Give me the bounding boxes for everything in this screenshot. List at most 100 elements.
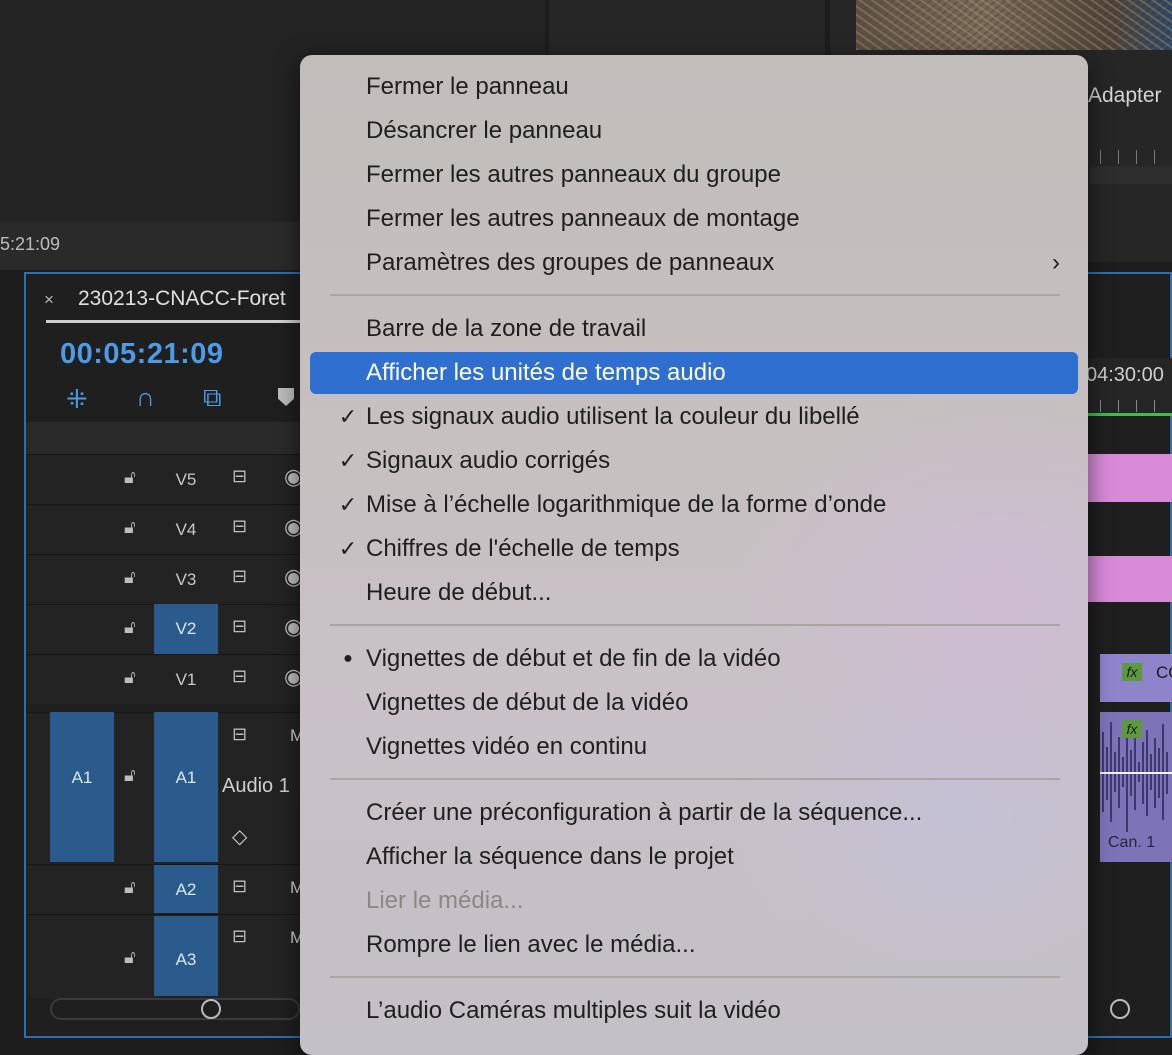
menu-item-label: Créer une préconfiguration à partir de l… [366,799,923,826]
menu-item-label: Fermer le panneau [366,73,569,100]
snap-magnet-icon[interactable]: ∩ [136,382,155,413]
video-thumbnail [856,0,1172,50]
menu-item-unlink-media[interactable]: Rompre le lien avec le média... [310,924,1078,966]
menu-item-label: Signaux audio corrigés [366,447,611,474]
sync-lock-icon[interactable]: ⊟ [232,724,247,745]
menu-item-label: Heure de début... [366,579,552,606]
playhead-timecode[interactable]: 00:05:21:09 [60,338,224,371]
nest-sequence-icon[interactable]: ⁜ [66,384,88,415]
menu-item-close-other-timeline-panels[interactable]: Fermer les autres panneaux de montage [310,198,1078,240]
menu-item-time-ruler-numbers[interactable]: ✓ Chiffres de l'échelle de temps [310,528,1078,570]
menu-item-label: Fermer les autres panneaux de montage [366,205,800,232]
menu-separator [330,294,1060,296]
lock-icon[interactable]: 🔓︎ [124,667,136,688]
menu-item-panel-group-settings[interactable]: Paramètres des groupes de panneaux › [310,242,1078,284]
active-tab-indicator [46,320,300,323]
menu-item-label: Lier le média... [366,887,524,914]
clip-name: CO [1156,663,1172,682]
menu-item-close-panel[interactable]: Fermer le panneau [310,66,1078,108]
menu-item-label: Paramètres des groupes de panneaux [366,249,775,276]
menu-item-work-area-bar[interactable]: Barre de la zone de travail [310,308,1078,350]
track-label-v5[interactable]: V5 [154,470,218,500]
menu-item-label: Vignettes de début de la vidéo [366,689,689,716]
render-bar [1088,413,1172,416]
menu-item-create-preset-from-sequence[interactable]: Créer une préconfiguration à partir de l… [310,792,1078,834]
menu-item-audio-label-color[interactable]: ✓ Les signaux audio utilisent la couleur … [310,396,1078,438]
menu-item-label: Désancrer le panneau [366,117,603,144]
volume-rubberband[interactable] [1100,772,1172,774]
sync-lock-icon[interactable]: ⊟ [232,876,247,897]
track-label-v2[interactable]: V2 [154,604,218,654]
chevron-right-icon: › [1052,249,1060,276]
fx-badge: fx [1122,720,1142,738]
lock-icon[interactable]: 🔓︎ [124,567,136,588]
menu-item-log-waveform-scaling[interactable]: ✓ Mise à l’échelle logarithmique de la fo… [310,484,1078,526]
video-clip[interactable] [1088,556,1172,602]
lock-icon[interactable]: 🔓︎ [124,947,136,968]
menu-item-head-thumbnails[interactable]: Vignettes de début de la vidéo [310,682,1078,724]
ruler-ticks [1100,400,1172,412]
menu-item-label: Chiffres de l'échelle de temps [366,535,680,562]
track-header-strip [26,422,300,454]
menu-item-head-tail-thumbnails[interactable]: ● Vignettes de début et de fin de la vidé… [310,638,1078,680]
menu-item-link-media: Lier le média... [310,880,1078,922]
close-tab-icon[interactable]: × [44,290,54,310]
linked-selection-icon[interactable]: ⧉ [203,382,222,414]
menu-item-label: Les signaux audio utilisent la couleur d… [366,403,860,430]
sync-lock-icon[interactable]: ⊟ [232,566,247,587]
menu-item-label: Rompre le lien avec le média... [366,931,696,958]
menu-item-label: Vignettes de début et de fin de la vidéo [366,645,781,672]
audio-track-name: Audio 1 [222,775,290,797]
menu-item-label: Fermer les autres panneaux du groupe [366,161,781,188]
sync-lock-icon[interactable]: ⊟ [232,666,247,687]
lock-icon[interactable]: 🔓︎ [124,617,136,638]
checkmark-icon: ✓ [338,448,358,473]
sync-lock-icon[interactable]: ⊟ [232,466,247,487]
menu-item-label: Afficher la séquence dans le projet [366,843,734,870]
menu-item-continuous-thumbnails[interactable]: Vignettes vidéo en continu [310,726,1078,768]
fx-badge: fx [1122,663,1142,681]
sync-lock-icon[interactable]: ⊟ [232,516,247,537]
menu-item-label: Vignettes vidéo en continu [366,733,648,760]
menu-item-undock-panel[interactable]: Désancrer le panneau [310,110,1078,152]
timeline-panel-menu: Fermer le panneau Désancrer le panneau F… [300,55,1088,1055]
track-label-a1: A1 [175,768,197,787]
lock-icon[interactable]: 🔓︎ [124,765,136,786]
sequence-tab[interactable]: 230213-CNACC-Foret [78,287,286,311]
zoom-handle-right[interactable] [1110,999,1130,1019]
track-label-v3[interactable]: V3 [154,570,218,600]
menu-item-reveal-sequence-in-project[interactable]: Afficher la séquence dans le projet [310,836,1078,878]
audio-channel-label: Can. 1 [1108,834,1156,851]
menu-item-start-time[interactable]: Heure de début... [310,572,1078,614]
adapter-button[interactable]: Adapter [1088,84,1162,108]
lock-icon[interactable]: 🔓︎ [124,517,136,538]
source-ruler-ticks [1100,150,1172,164]
menu-item-show-audio-time-units[interactable]: Afficher les unités de temps audio [310,352,1078,394]
track-label-v1[interactable]: V1 [154,670,218,700]
menu-item-label: Afficher les unités de temps audio [366,359,726,386]
keyframe-icon[interactable]: ◇ [232,824,247,849]
sync-lock-icon[interactable]: ⊟ [232,926,247,947]
track-label-a2: A2 [175,880,197,899]
timeline-zoom-scrollbar[interactable] [50,998,300,1020]
menu-separator [330,624,1060,626]
track-label-v4[interactable]: V4 [154,520,218,550]
menu-item-rectified-waveforms[interactable]: ✓ Signaux audio corrigés [310,440,1078,482]
menu-item-close-other-group-panels[interactable]: Fermer les autres panneaux du groupe [310,154,1078,196]
source-scroll-bar[interactable] [1090,166,1172,184]
source-patch-a1-label: A1 [71,768,93,787]
menu-separator [330,976,1060,978]
radio-dot-icon: ● [343,650,353,667]
track-label-a3: A3 [175,950,197,969]
sync-lock-icon[interactable]: ⊟ [232,616,247,637]
zoom-handle-left[interactable] [201,999,221,1019]
menu-item-label: Barre de la zone de travail [366,315,647,342]
checkmark-icon: ✓ [338,404,358,429]
menu-item-multicam-audio-follows-video[interactable]: L’audio Caméras multiples suit la vidéo [310,990,1078,1032]
menu-item-label: L’audio Caméras multiples suit la vidéo [366,997,781,1024]
lock-icon[interactable]: 🔓︎ [124,467,136,488]
menu-separator [330,778,1060,780]
menu-item-label: Mise à l’échelle logarithmique de la for… [366,491,887,518]
lock-icon[interactable]: 🔓︎ [124,877,136,898]
video-clip[interactable] [1088,454,1172,502]
